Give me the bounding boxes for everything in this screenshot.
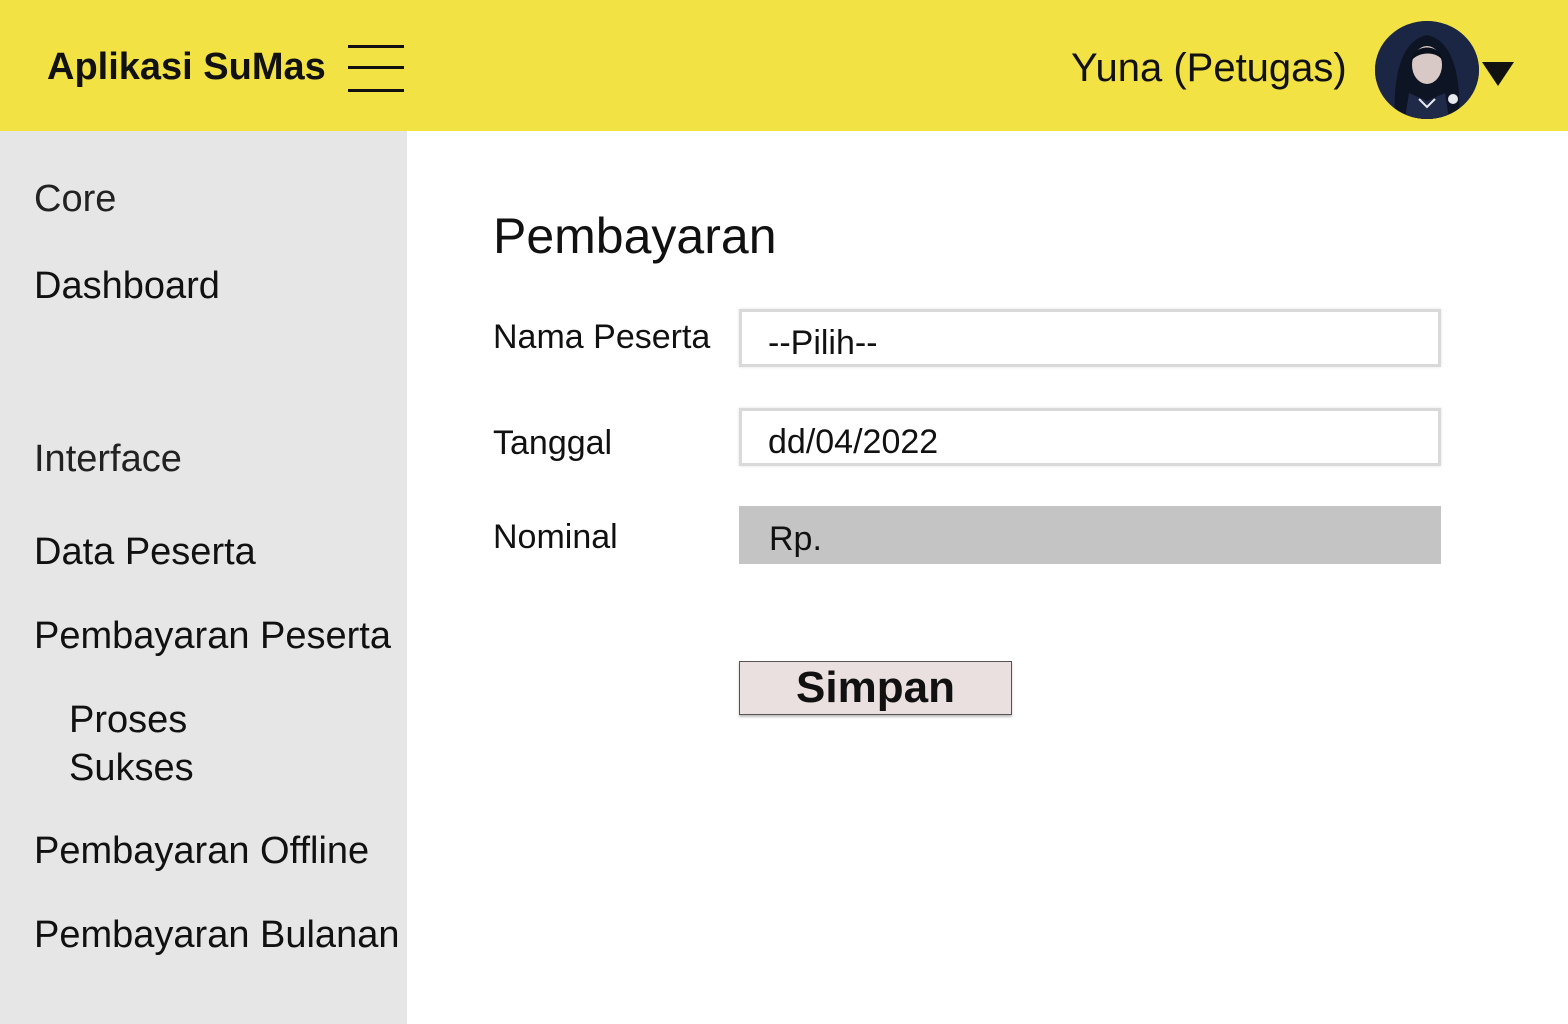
hamburger-menu-icon[interactable] — [348, 45, 404, 93]
sidebar-item-pembayaran-bulanan[interactable]: Pembayaran Bulanan — [34, 914, 399, 957]
nominal-field: Rp. — [739, 506, 1441, 564]
sidebar-item-pembayaran-offline[interactable]: Pembayaran Offline — [34, 830, 369, 873]
sidebar-subitem-proses[interactable]: Proses — [69, 699, 187, 742]
tanggal-label: Tanggal — [493, 424, 613, 462]
avatar-portrait-icon — [1375, 21, 1479, 119]
sidebar-item-dashboard[interactable]: Dashboard — [34, 265, 220, 308]
sidebar: Core Dashboard Interface Data Peserta Pe… — [0, 131, 407, 1024]
top-bar: Aplikasi SuMas Yuna (Petugas) — [0, 0, 1568, 131]
main-content: Pembayaran Nama Peserta --Pilih-- Tangga… — [407, 131, 1568, 1024]
nama-peserta-label: Nama Peserta — [493, 318, 711, 356]
sidebar-heading-interface: Interface — [34, 438, 182, 480]
app-title: Aplikasi SuMas — [47, 46, 326, 88]
save-button[interactable]: Simpan — [739, 661, 1012, 715]
sidebar-item-data-peserta[interactable]: Data Peserta — [34, 531, 256, 574]
sidebar-item-pembayaran-peserta[interactable]: Pembayaran Peserta — [34, 615, 391, 658]
sidebar-subitem-sukses[interactable]: Sukses — [69, 747, 194, 790]
tanggal-input[interactable]: dd/04/2022 — [739, 408, 1441, 466]
sidebar-heading-core: Core — [34, 178, 117, 220]
dropdown-triangle-icon[interactable] — [1480, 60, 1516, 88]
page-title: Pembayaran — [493, 208, 777, 264]
user-name: Yuna (Petugas) — [1071, 46, 1347, 90]
nama-peserta-select[interactable]: --Pilih-- — [739, 309, 1441, 367]
avatar[interactable] — [1375, 21, 1479, 119]
nominal-label: Nominal — [493, 518, 618, 556]
